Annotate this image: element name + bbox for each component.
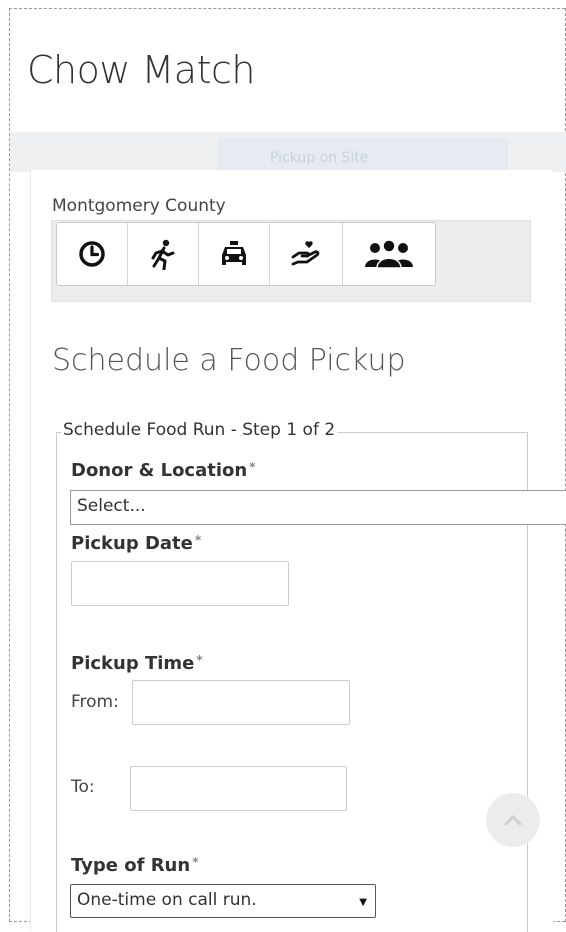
donor-label-text: Donor & Location [71, 460, 248, 481]
pickup-date-label-text: Pickup Date [71, 533, 193, 554]
runner-icon [148, 238, 178, 270]
county-label: Montgomery County [52, 196, 226, 216]
app-title: Chow Match [27, 48, 255, 92]
toolbar-car-button[interactable] [199, 223, 270, 285]
type-of-run-select[interactable]: One-time on call run. ▼ [70, 884, 376, 918]
toolbar-donate-button[interactable] [270, 223, 343, 285]
pickup-time-label-text: Pickup Time [71, 653, 195, 674]
section-title: Schedule a Food Pickup [52, 343, 406, 378]
donor-select[interactable]: Select... [70, 490, 566, 525]
pickup-time-label: Pickup Time * [71, 653, 203, 674]
car-icon [218, 239, 250, 269]
form-legend: Schedule Food Run - Step 1 of 2 [61, 420, 338, 440]
giving-hand-heart-icon [290, 239, 322, 269]
donor-label: Donor & Location * [71, 460, 255, 481]
group-icon [361, 239, 417, 269]
from-label: From: [71, 692, 119, 712]
required-marker: * [249, 460, 256, 474]
toolbar-runner-button[interactable] [128, 223, 199, 285]
band-ghost-text: Pickup on Site [270, 150, 369, 166]
pickup-date-input[interactable] [71, 561, 289, 606]
type-of-run-label-text: Type of Run [71, 855, 191, 876]
to-label: To: [71, 777, 95, 797]
toolbar-clock-button[interactable] [57, 223, 128, 285]
type-of-run-value: One-time on call run. [77, 890, 257, 910]
toolbar-group-button[interactable] [343, 223, 435, 285]
type-of-run-label: Type of Run * [71, 855, 198, 876]
pickup-date-label: Pickup Date * [71, 533, 201, 554]
chevron-up-icon [504, 811, 522, 830]
required-marker: * [192, 855, 199, 869]
clock-icon [77, 239, 107, 269]
from-time-input[interactable] [132, 680, 350, 725]
required-marker: * [196, 653, 203, 667]
toolbar [56, 222, 436, 286]
required-marker: * [194, 533, 202, 547]
scroll-to-top-button[interactable] [486, 793, 540, 847]
dropdown-arrow-icon: ▼ [359, 897, 367, 908]
to-time-input[interactable] [130, 766, 347, 811]
